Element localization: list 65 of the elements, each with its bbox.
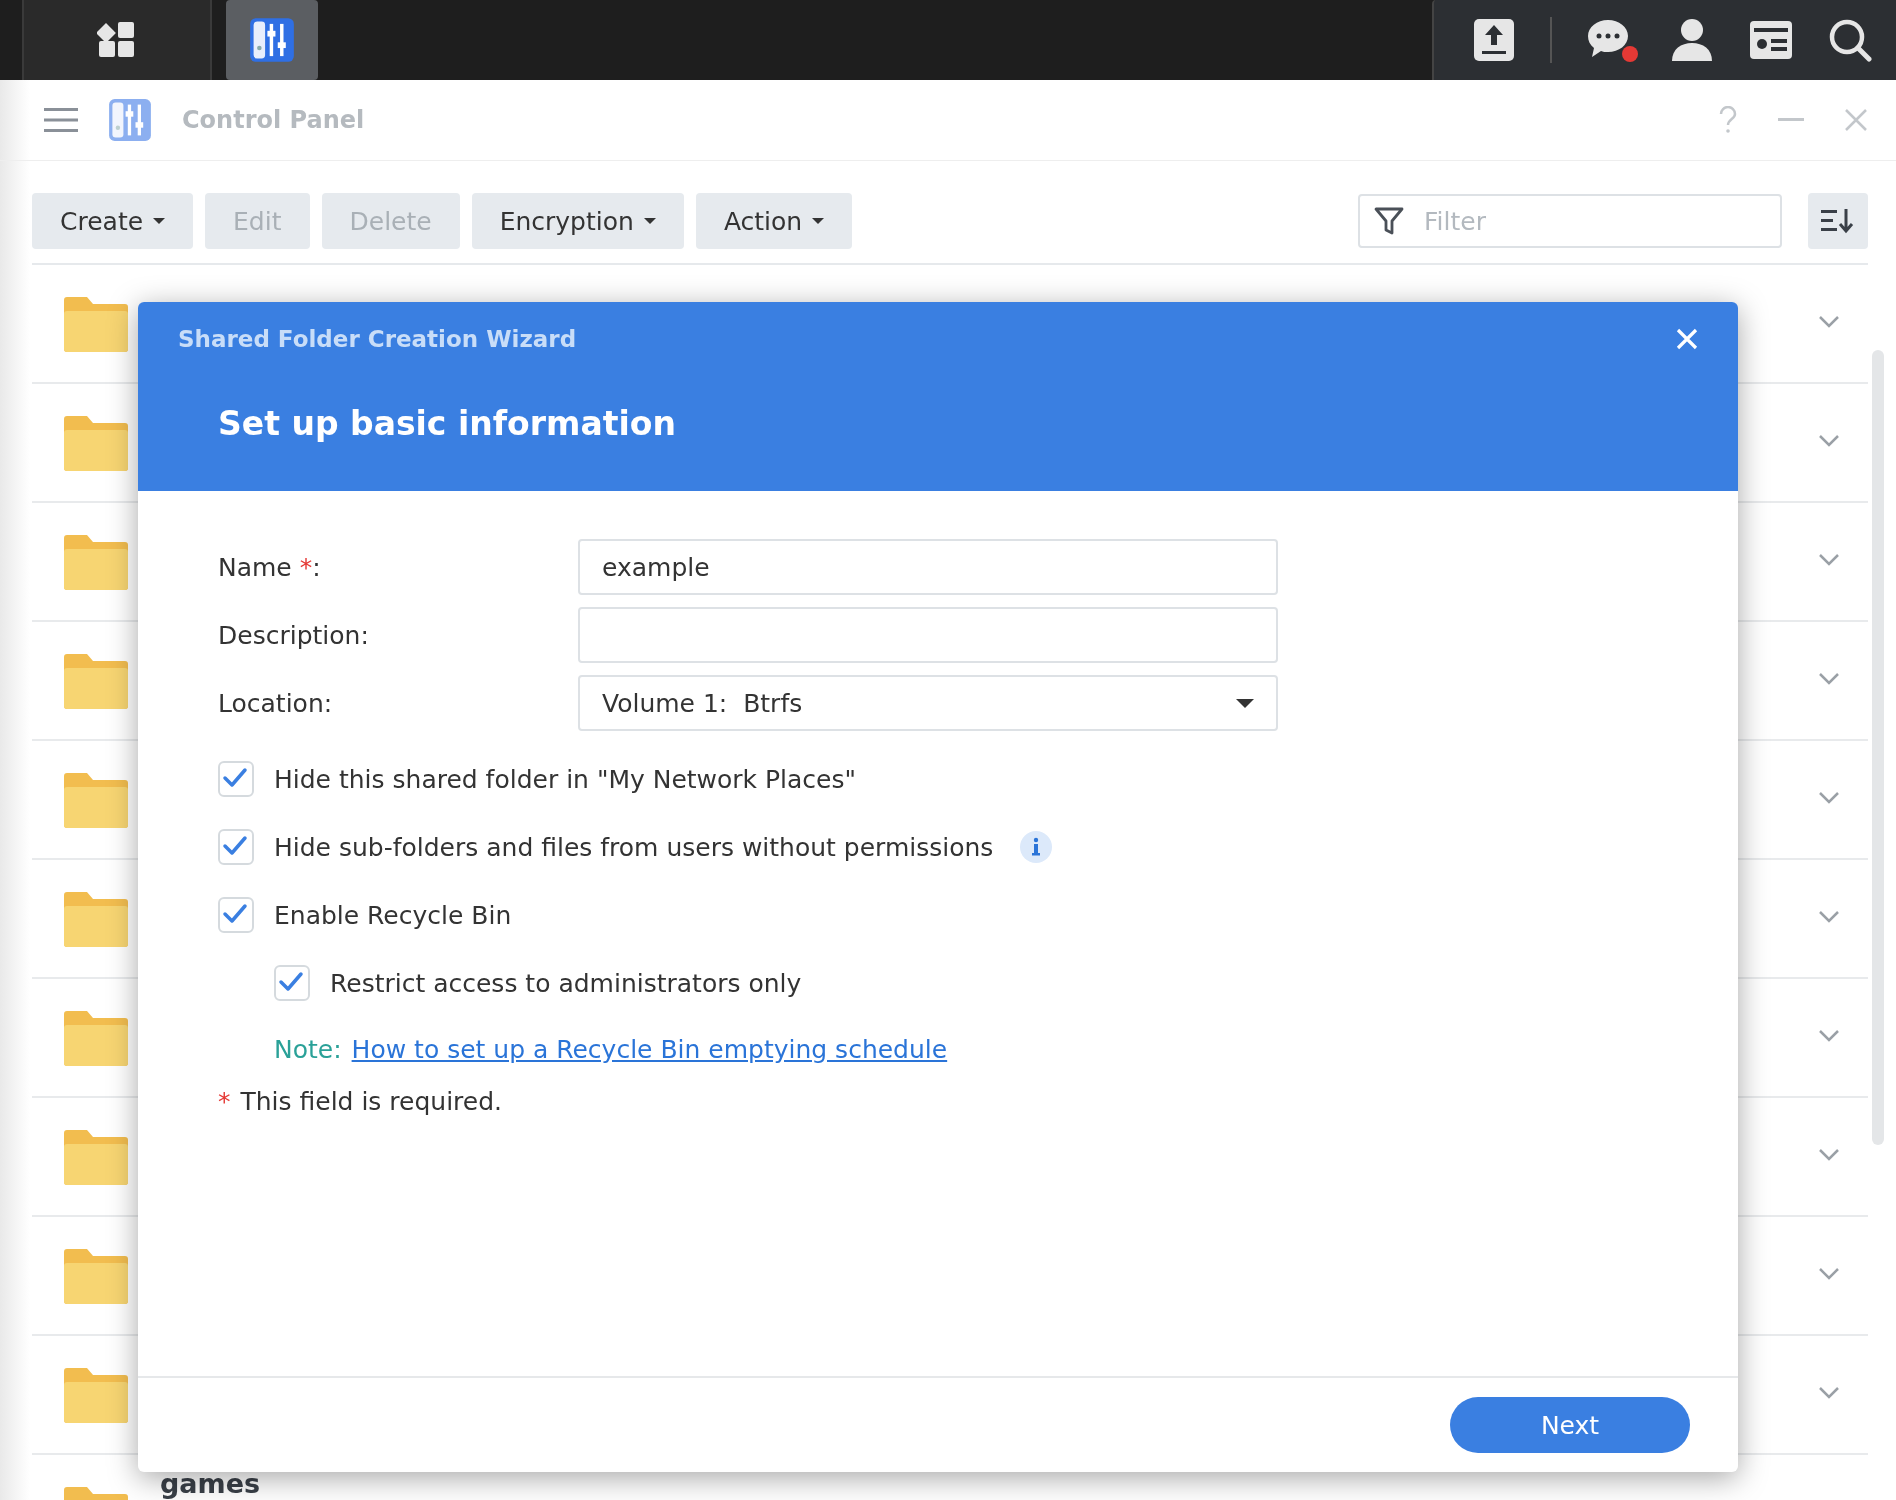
- chevron-down-icon[interactable]: [1818, 1267, 1840, 1281]
- folder-icon: [64, 1128, 128, 1185]
- scrollbar[interactable]: [1872, 350, 1884, 1145]
- control-panel-icon: [108, 98, 152, 142]
- main-menu-icon: [97, 20, 137, 60]
- field-label: Name *:: [218, 552, 322, 582]
- checkbox[interactable]: [218, 761, 254, 797]
- option-label: Hide sub-folders and files from users without permissions: [274, 832, 994, 862]
- sort-button[interactable]: [1808, 193, 1868, 249]
- folder-icon: [64, 295, 128, 352]
- dialog-title: Shared Folder Creation Wizard: [178, 326, 577, 352]
- chevron-down-icon[interactable]: [1818, 1148, 1840, 1162]
- chevron-down-icon[interactable]: [1818, 553, 1840, 567]
- sort-icon: [1821, 207, 1855, 235]
- option-label: Enable Recycle Bin: [274, 900, 512, 930]
- option-label: Hide this shared folder in "My Network Places": [274, 764, 856, 794]
- text-field[interactable]: example: [578, 539, 1278, 595]
- option-label: Restrict access to administrators only: [330, 968, 802, 998]
- required-note: This field is required.: [240, 1087, 503, 1116]
- taskbar-button[interactable]: [22, 0, 212, 80]
- minimize-icon[interactable]: [1778, 118, 1804, 122]
- close-icon[interactable]: [1844, 108, 1868, 132]
- folder-icon: [64, 652, 128, 709]
- folder-icon: [64, 1009, 128, 1066]
- folder-icon: [64, 890, 128, 947]
- chevron-down-icon[interactable]: [1818, 791, 1840, 805]
- chevron-down-icon[interactable]: [1818, 910, 1840, 924]
- checkbox[interactable]: [218, 829, 254, 865]
- chevron-down-icon[interactable]: [1818, 1386, 1840, 1400]
- filter-icon: [1374, 206, 1404, 236]
- toolbar-button[interactable]: Action: [695, 193, 853, 249]
- checkbox[interactable]: [218, 897, 254, 933]
- user-icon[interactable]: [1670, 17, 1714, 63]
- folder-icon: [64, 1247, 128, 1304]
- note-label: Note:: [274, 1034, 342, 1064]
- field-label: Description:: [218, 620, 370, 650]
- search-icon[interactable]: [1828, 18, 1872, 62]
- window-title: Control Panel: [182, 106, 365, 134]
- chevron-down-icon[interactable]: [1818, 434, 1840, 448]
- chevron-down-icon[interactable]: [1818, 672, 1840, 686]
- folder-icon: [64, 1366, 128, 1423]
- folder-icon: [64, 771, 128, 828]
- menu-icon[interactable]: [44, 107, 78, 133]
- chevron-down-icon[interactable]: [1818, 1029, 1840, 1043]
- next-button[interactable]: Next: [1450, 1397, 1690, 1453]
- info-icon[interactable]: [1019, 830, 1054, 864]
- upload-icon[interactable]: [1472, 17, 1516, 63]
- help-icon[interactable]: [1718, 106, 1738, 134]
- control-panel-icon: [249, 17, 295, 63]
- checkbox[interactable]: [274, 965, 310, 1001]
- folder-icon: [64, 533, 128, 590]
- dialog-heading: Set up basic information: [218, 404, 676, 443]
- required-mark: *: [218, 1087, 231, 1116]
- filter-field[interactable]: Filter: [1358, 194, 1782, 248]
- taskbar-button[interactable]: [226, 0, 318, 80]
- toolbar-button[interactable]: Encryption: [471, 193, 684, 249]
- folder-icon: [64, 414, 128, 471]
- toolbar-button[interactable]: Create: [32, 193, 194, 249]
- field-label: Location:: [218, 688, 334, 718]
- text-field[interactable]: [578, 607, 1278, 663]
- location-dropdown[interactable]: Volume 1: Btrfs: [578, 675, 1278, 731]
- chevron-down-icon[interactable]: [1818, 315, 1840, 329]
- widgets-icon[interactable]: [1748, 19, 1794, 61]
- folder-name: games: [160, 1468, 261, 1499]
- help-link[interactable]: How to set up a Recycle Bin emptying schedule: [351, 1034, 948, 1064]
